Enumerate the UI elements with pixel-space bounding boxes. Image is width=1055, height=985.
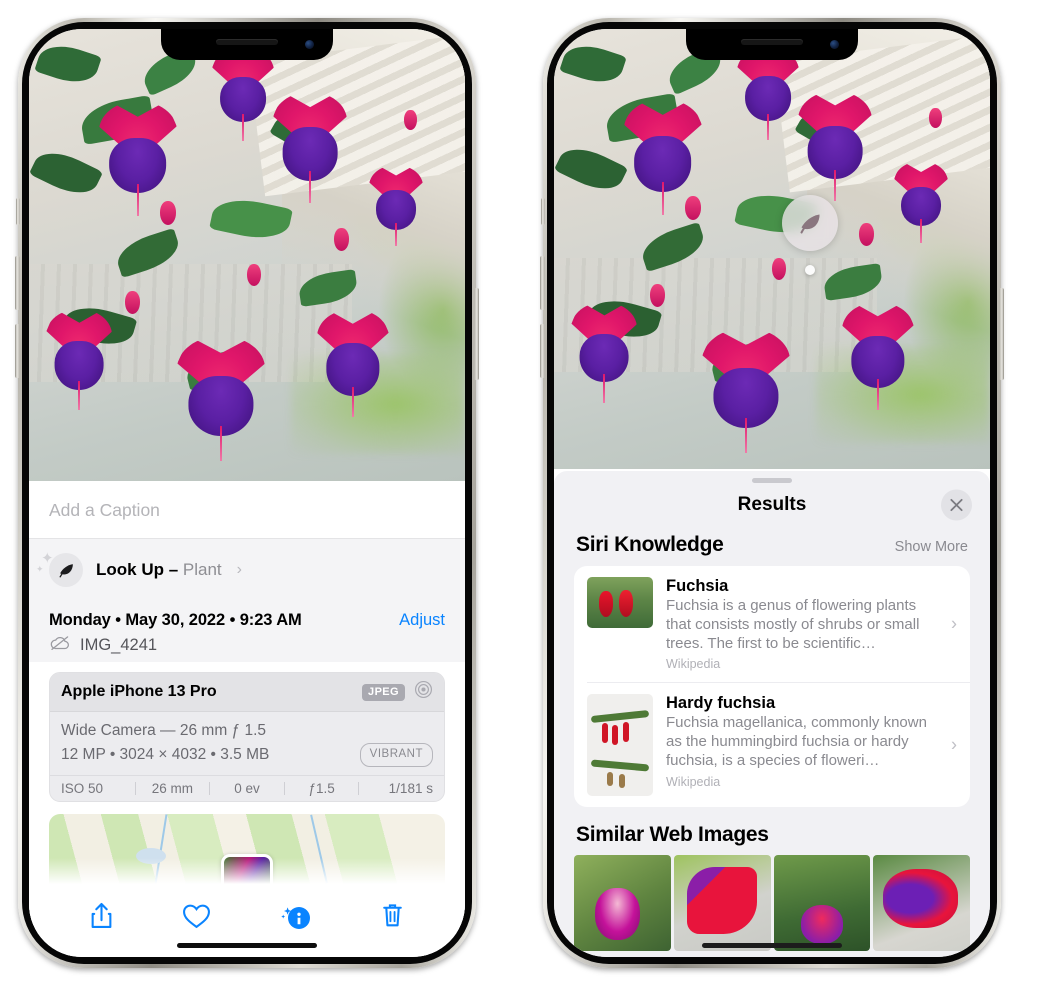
device-model: Apple iPhone 13 Pro: [61, 683, 217, 700]
mute-switch[interactable]: [541, 198, 545, 225]
siri-knowledge-header: Siri Knowledge Show More: [554, 527, 990, 566]
volume-down-button[interactable]: [540, 324, 545, 378]
photo-metadata: Monday • May 30, 2022 • 9:23 AM Adjust I…: [29, 601, 465, 662]
chevron-right-icon: ›: [951, 734, 957, 755]
web-image-thumbnail[interactable]: [574, 855, 671, 952]
exif-shutter: 1/181 s: [388, 781, 433, 797]
result-thumbnail: [587, 577, 653, 628]
delete-button[interactable]: [380, 901, 405, 935]
photo-filename: IMG_4241: [80, 636, 158, 654]
look-up-row[interactable]: ✦ ✦ Look Up – Plant ›: [29, 539, 465, 601]
screenshot-canvas: Add a Caption ✦ ✦ Look Up – Plant › Mond…: [0, 0, 1055, 985]
similar-web-images-header: Similar Web Images: [554, 807, 990, 855]
lens-line: Wide Camera — 26 mm ƒ 1.5: [61, 722, 267, 739]
photo-info-sheet: Add a Caption ✦ ✦ Look Up – Plant › Mond…: [29, 483, 465, 957]
camera-card-header: Apple iPhone 13 Pro JPEG: [50, 673, 444, 712]
chevron-right-icon: ›: [236, 561, 242, 578]
badge-anchor-dot: [805, 265, 815, 275]
front-camera-icon: [305, 40, 314, 49]
chevron-right-icon: ›: [951, 613, 957, 634]
close-icon[interactable]: [941, 489, 972, 521]
leaf-icon: [49, 553, 83, 587]
caption-input[interactable]: Add a Caption: [49, 500, 160, 521]
aperture-icon: [414, 680, 433, 704]
share-button[interactable]: [89, 901, 114, 936]
result-title: Fuchsia: [666, 577, 729, 595]
earpiece-speaker: [216, 39, 278, 45]
web-image-thumbnail[interactable]: [873, 855, 970, 952]
show-more-button[interactable]: Show More: [895, 539, 968, 555]
look-up-subject: Plant: [182, 560, 222, 579]
iphone-left: Add a Caption ✦ ✦ Look Up – Plant › Mond…: [15, 18, 479, 968]
web-image-thumbnail[interactable]: [673, 855, 771, 952]
result-source: Wikipedia: [666, 774, 721, 789]
power-button[interactable]: [999, 288, 1004, 380]
notch: [161, 29, 333, 60]
page-title: Results: [737, 494, 807, 515]
photo-date: Monday • May 30, 2022 • 9:23 AM: [49, 611, 302, 629]
list-item[interactable]: Fuchsia Fuchsia is a genus of flowering …: [574, 566, 970, 682]
exif-aperture: ƒ1.5: [308, 781, 335, 797]
home-indicator[interactable]: [177, 943, 317, 948]
iphone-right: Results Siri Knowledge Show More Fuchsia…: [540, 18, 1004, 968]
web-image-thumbnail[interactable]: [773, 855, 871, 952]
sparkle-small-icon: ✦: [36, 564, 44, 574]
results-header: Results: [554, 483, 990, 527]
look-up-prefix: Look Up –: [96, 560, 183, 579]
notch: [686, 29, 858, 60]
spec-line: 12 MP • 3024 × 4032 • 3.5 MB: [61, 746, 270, 764]
result-description: Fuchsia magellanica, commonly known as t…: [666, 714, 927, 769]
camera-info-card: Apple iPhone 13 Pro JPEG Wide Camera — 2…: [49, 672, 445, 803]
exif-iso: ISO 50: [61, 781, 104, 797]
screen-left: Add a Caption ✦ ✦ Look Up – Plant › Mond…: [29, 29, 465, 957]
visual-look-up-badge[interactable]: [782, 195, 838, 275]
photo-viewer[interactable]: [554, 29, 990, 469]
mute-switch[interactable]: [16, 198, 20, 225]
list-item[interactable]: Hardy fuchsia Fuchsia magellanica, commo…: [587, 682, 970, 807]
screen-right: Results Siri Knowledge Show More Fuchsia…: [554, 29, 990, 957]
format-badge: JPEG: [362, 683, 405, 701]
result-description: Fuchsia is a genus of flowering plants t…: [666, 597, 920, 652]
front-camera-icon: [830, 40, 839, 49]
look-up-label: Look Up – Plant: [96, 560, 222, 580]
result-source: Wikipedia: [666, 657, 721, 672]
section-title: Similar Web Images: [576, 823, 769, 847]
photo-viewer[interactable]: [29, 29, 465, 481]
volume-down-button[interactable]: [15, 324, 20, 378]
volume-up-button[interactable]: [540, 256, 545, 310]
leaf-icon[interactable]: [782, 195, 838, 251]
knowledge-card-list: Fuchsia Fuchsia is a genus of flowering …: [574, 566, 970, 808]
info-button[interactable]: [280, 901, 312, 936]
exif-ev: 0 ev: [234, 781, 260, 797]
similar-web-images-strip[interactable]: [554, 855, 990, 952]
favorite-button[interactable]: [182, 903, 211, 934]
result-thumbnail: [587, 694, 653, 797]
icloud-slash-icon: [49, 635, 71, 656]
exif-focal: 26 mm: [151, 781, 194, 797]
adjust-button[interactable]: Adjust: [399, 611, 445, 630]
home-indicator[interactable]: [702, 943, 842, 948]
power-button[interactable]: [474, 288, 479, 380]
results-sheet: Results Siri Knowledge Show More Fuchsia…: [554, 471, 990, 957]
color-profile-badge: VIBRANT: [359, 743, 433, 767]
exif-row: ISO 50 26 mm 0 ev ƒ1.5 1/181 s: [50, 775, 444, 801]
earpiece-speaker: [741, 39, 803, 45]
volume-up-button[interactable]: [15, 256, 20, 310]
result-title: Hardy fuchsia: [666, 694, 776, 713]
section-title: Siri Knowledge: [576, 533, 724, 556]
caption-row[interactable]: Add a Caption: [29, 483, 465, 539]
camera-card-body: Wide Camera — 26 mm ƒ 1.5 12 MP • 3024 ×…: [50, 712, 444, 775]
